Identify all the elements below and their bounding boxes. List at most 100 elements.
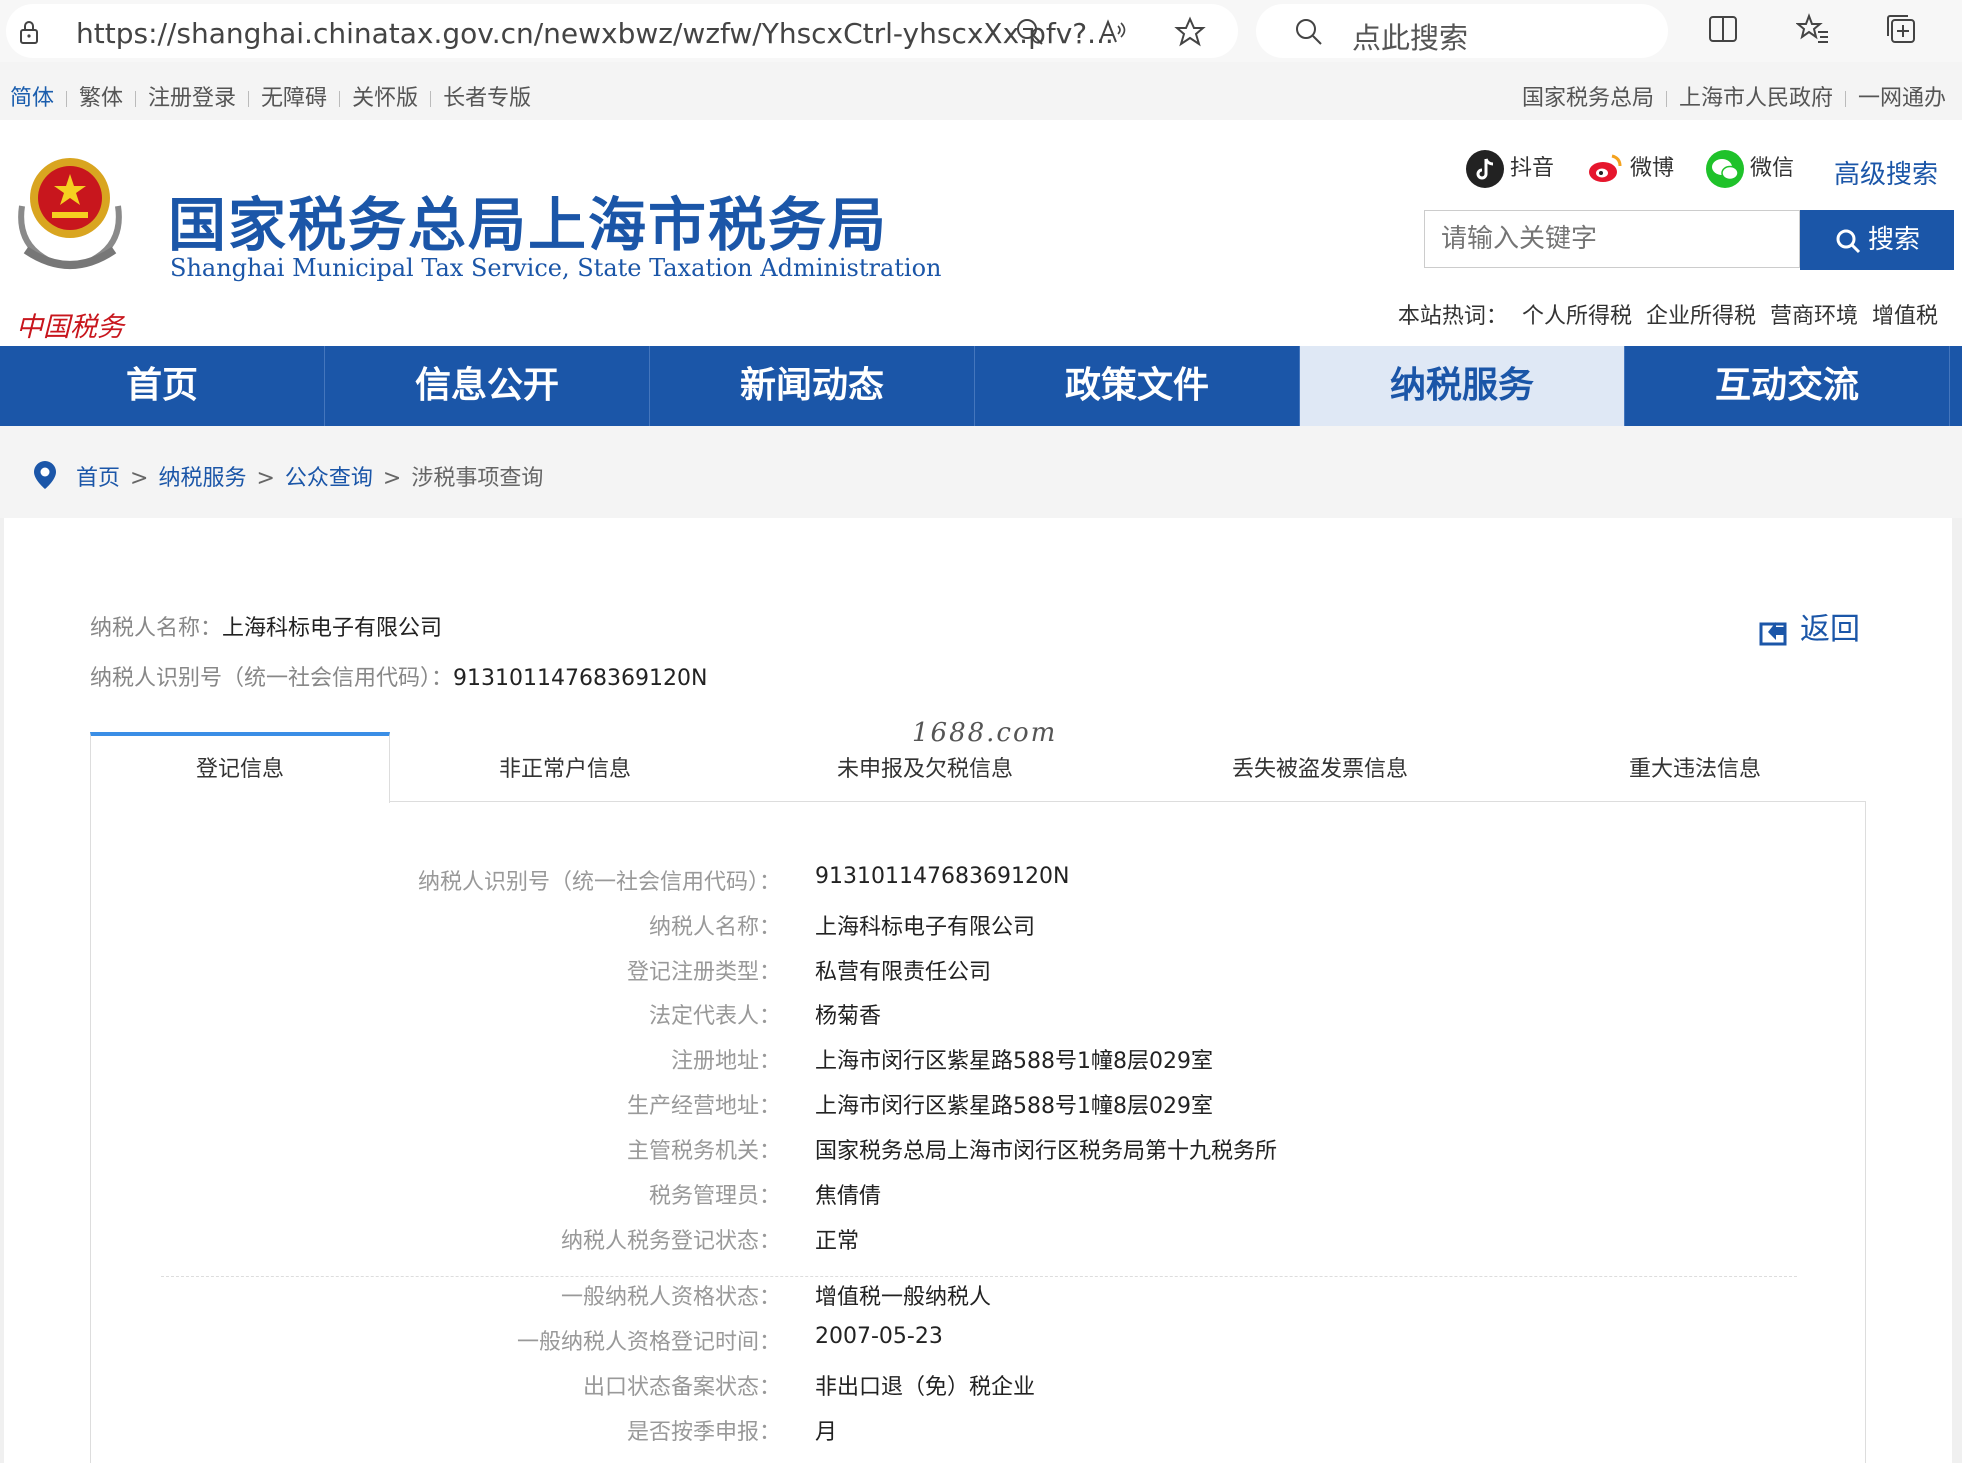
link-sta[interactable]: 国家税务总局 xyxy=(1522,86,1654,111)
utility-links-right: 国家税务总局 上海市人民政府 一网通办 xyxy=(1522,80,1946,112)
hot-word-iit[interactable]: 个人所得税 xyxy=(1522,304,1632,329)
link-traditional[interactable]: 繁体 xyxy=(79,86,123,111)
detail-value: 上海市闵行区紫星路588号1幢8层029室 xyxy=(815,1049,1213,1074)
collections-icon[interactable] xyxy=(1884,12,1918,46)
keyword-search-input[interactable] xyxy=(1424,210,1800,268)
detail-label: 登记注册类型： xyxy=(626,960,781,985)
detail-value: 正常 xyxy=(815,1229,860,1254)
crumb-public-query[interactable]: 公众查询 xyxy=(285,466,373,491)
tab-abnormal[interactable]: 非正常户信息 xyxy=(390,732,740,802)
detail-row: 出口状态备案状态： 非出口退（免）税企业 xyxy=(91,1369,1865,1413)
detail-value: 增值税一般纳税人 xyxy=(815,1285,992,1310)
link-shanghai-gov[interactable]: 上海市人民政府 xyxy=(1679,86,1833,111)
crumb-home[interactable]: 首页 xyxy=(76,466,120,491)
detail-value: 非出口退（免）税企业 xyxy=(815,1375,1036,1400)
breadcrumb-trail: 首页 > 纳税服务 > 公众查询 > 涉税事项查询 xyxy=(76,466,544,491)
nav-interaction[interactable]: 互动交流 xyxy=(1625,346,1950,426)
url-text[interactable]: https://shanghai.chinatax.gov.cn/newxbwz… xyxy=(76,17,1114,50)
link-simplified[interactable]: 简体 xyxy=(10,86,54,111)
address-bar[interactable]: https://shanghai.chinatax.gov.cn/newxbwz… xyxy=(6,4,1238,58)
detail-label: 税务管理员： xyxy=(648,1184,781,1209)
utility-bar: 简体 繁体 注册登录 无障碍 关怀版 长者专版 国家税务总局 上海市人民政府 一网通办 xyxy=(0,62,1962,120)
detail-row: 纳税人识别号（统一社会信用代码）： 91310114768369120N xyxy=(91,864,1865,908)
breadcrumb: 首页 > 纳税服务 > 公众查询 > 涉税事项查询 xyxy=(0,426,1962,518)
link-one-network[interactable]: 一网通办 xyxy=(1858,86,1946,111)
detail-label: 是否按季申报： xyxy=(626,1420,781,1445)
nav-tax-service[interactable]: 纳税服务 xyxy=(1300,346,1625,426)
detail-row: 注册地址： 上海市闵行区紫星路588号1幢8层029室 xyxy=(91,1043,1865,1087)
link-care-version[interactable]: 关怀版 xyxy=(352,86,418,111)
detail-value: 私营有限责任公司 xyxy=(815,960,992,985)
search-button-label: 搜索 xyxy=(1867,225,1920,255)
detail-label: 纳税人税务登记状态： xyxy=(560,1229,781,1254)
detail-label: 纳税人识别号（统一社会信用代码）： xyxy=(417,870,781,895)
detail-row: 法定代表人： 杨菊香 xyxy=(91,998,1865,1042)
split-screen-icon[interactable] xyxy=(1706,12,1740,46)
detail-row: 生产经营地址： 上海市闵行区紫星路588号1幢8层029室 xyxy=(91,1088,1865,1132)
crumb-tax-service[interactable]: 纳税服务 xyxy=(158,466,246,491)
detail-label: 法定代表人： xyxy=(648,1004,781,1029)
back-button[interactable]: 返回 xyxy=(1758,604,1860,648)
nav-news[interactable]: 新闻动态 xyxy=(650,346,975,426)
detail-row: 纳税人名称： 上海科标电子有限公司 xyxy=(91,909,1865,953)
tab-undeclared[interactable]: 未申报及欠税信息 xyxy=(740,732,1110,802)
link-elder-version[interactable]: 长者专版 xyxy=(443,86,531,111)
social-wechat[interactable]: 微信 xyxy=(1706,150,1794,190)
taxpayer-name-value: 上海科标电子有限公司 xyxy=(222,616,443,641)
detail-label: 生产经营地址： xyxy=(626,1094,781,1119)
detail-row: 一般纳税人资格登记时间： 2007-05-23 xyxy=(91,1324,1865,1368)
tab-registration[interactable]: 登记信息 xyxy=(90,732,390,803)
hot-word-cit[interactable]: 企业所得税 xyxy=(1646,304,1756,329)
wechat-label: 微信 xyxy=(1750,156,1795,181)
detail-row: 税务管理员： 焦倩倩 xyxy=(91,1178,1865,1222)
crumb-current: 涉税事项查询 xyxy=(411,466,544,491)
nav-info-disclosure[interactable]: 信息公开 xyxy=(325,346,650,426)
search-button[interactable]: 搜索 xyxy=(1800,210,1954,270)
detail-label: 一般纳税人资格登记时间： xyxy=(516,1330,781,1355)
taxpayer-id: 纳税人识别号（统一社会信用代码）：91310114768369120N xyxy=(90,660,707,692)
hot-word-vat[interactable]: 增值税 xyxy=(1872,304,1938,329)
detail-value: 上海科标电子有限公司 xyxy=(815,915,1036,940)
social-weibo[interactable]: 微博 xyxy=(1586,150,1674,190)
detail-label: 注册地址： xyxy=(670,1049,781,1074)
back-icon xyxy=(1759,621,1787,645)
nav-policy[interactable]: 政策文件 xyxy=(975,346,1300,426)
detail-row: 一般纳税人资格状态： 增值税一般纳税人 xyxy=(91,1279,1865,1323)
detail-value: 2007-05-23 xyxy=(815,1324,943,1349)
emblem-calligraphy: 中国税务 xyxy=(16,312,126,343)
search-icon xyxy=(1836,229,1861,253)
location-pin-icon xyxy=(34,461,56,489)
favorite-star-icon[interactable] xyxy=(1174,16,1206,48)
detail-row: 纳税人税务登记状态： 正常 xyxy=(91,1223,1865,1267)
taxpayer-id-value: 91310114768369120N xyxy=(453,666,708,691)
link-accessibility[interactable]: 无障碍 xyxy=(261,86,327,111)
info-tabs: 登记信息 非正常户信息 未申报及欠税信息 丢失被盗发票信息 重大违法信息 xyxy=(90,732,1866,803)
nav-home[interactable]: 首页 xyxy=(0,346,325,426)
link-register-login[interactable]: 注册登录 xyxy=(148,86,236,111)
site-subtitle: Shanghai Municipal Tax Service, State Ta… xyxy=(170,254,942,282)
browser-search-box[interactable]: 点此搜索 xyxy=(1256,4,1668,58)
taxpayer-id-label: 纳税人识别号（统一社会信用代码）： xyxy=(90,666,454,691)
hot-word-business-env[interactable]: 营商环境 xyxy=(1770,304,1858,329)
detail-label: 纳税人名称： xyxy=(648,915,781,940)
browser-toolbar: https://shanghai.chinatax.gov.cn/newxbwz… xyxy=(0,0,1962,62)
tax-emblem-logo: 中国税务 xyxy=(16,158,126,343)
detail-label: 出口状态备案状态： xyxy=(582,1375,781,1400)
social-douyin[interactable]: 抖音 xyxy=(1466,150,1554,190)
detail-row: 是否按季申报： 月 xyxy=(91,1414,1865,1458)
zoom-icon[interactable] xyxy=(1014,16,1046,48)
taxpayer-name-label: 纳税人名称： xyxy=(90,616,223,641)
detail-label: 主管税务机关： xyxy=(626,1139,781,1164)
favorites-icon[interactable] xyxy=(1796,12,1830,46)
taxpayer-name: 纳税人名称：上海科标电子有限公司 xyxy=(90,610,442,642)
read-aloud-icon[interactable] xyxy=(1096,16,1128,48)
hot-words-label: 本站热词： xyxy=(1397,304,1508,329)
advanced-search-link[interactable]: 高级搜索 xyxy=(1834,154,1938,191)
lock-icon xyxy=(20,21,38,44)
detail-label: 一般纳税人资格状态： xyxy=(560,1285,781,1310)
detail-value: 焦倩倩 xyxy=(815,1184,882,1209)
weibo-label: 微博 xyxy=(1630,156,1675,181)
tab-violation[interactable]: 重大违法信息 xyxy=(1530,732,1860,802)
detail-value: 杨菊香 xyxy=(815,1004,882,1029)
tab-lost-invoice[interactable]: 丢失被盗发票信息 xyxy=(1110,732,1530,802)
